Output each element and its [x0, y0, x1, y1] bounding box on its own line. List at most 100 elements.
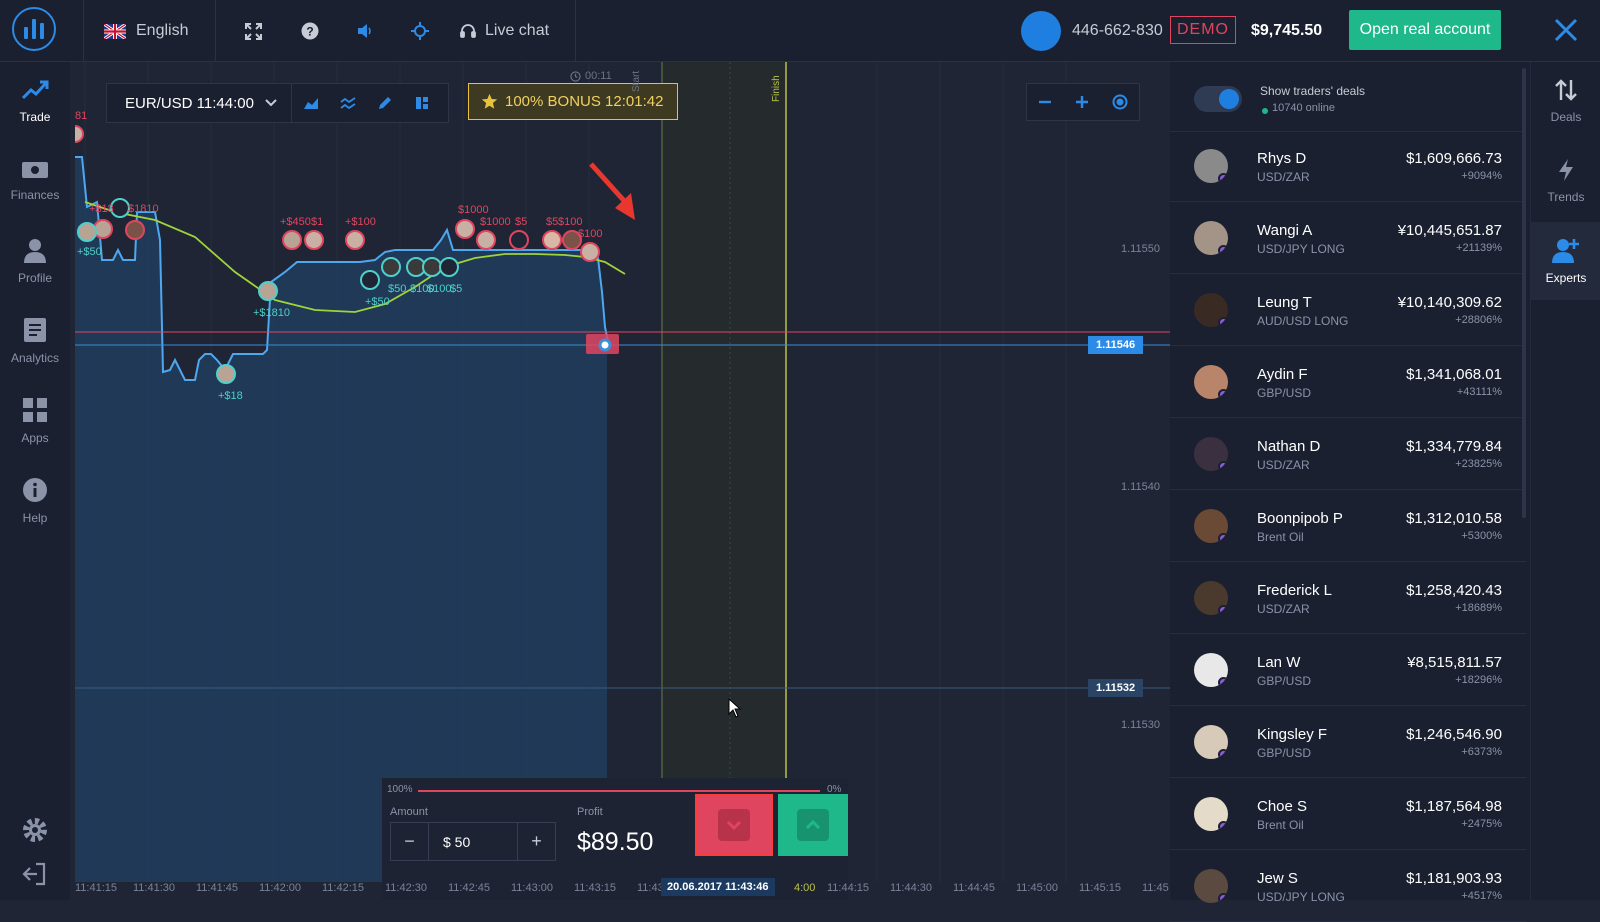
zoom-out-icon[interactable]	[1038, 95, 1052, 109]
trader-row[interactable]: Leung T AUD/USD LONG ¥10,140,309.62 +288…	[1170, 276, 1526, 346]
chart-type-button[interactable]	[292, 96, 329, 110]
trader-row[interactable]: Wangi A USD/JPY LONG ¥10,445,651.87 +211…	[1170, 204, 1526, 274]
traders-panel: Show traders' deals 10740 online Rhys D …	[1170, 62, 1530, 922]
time-axis-label: 11:41:30	[133, 882, 176, 894]
sound-button[interactable]	[356, 16, 374, 46]
show-deals-toggle[interactable]	[1194, 86, 1242, 112]
time-axis-label: 11:42:30	[385, 882, 428, 894]
nav-help[interactable]: Help	[0, 462, 70, 540]
price-chart-canvas	[75, 62, 1170, 882]
nav-finances[interactable]: Finances	[0, 142, 70, 220]
rail-trends[interactable]: Trends	[1531, 142, 1600, 220]
trader-amount: $1,609,666.73	[1406, 150, 1502, 167]
timer-label: 00:11	[585, 70, 612, 82]
top-bar: English ? Live chat 446-662-830 DEMO $9,…	[0, 0, 1600, 62]
trader-row[interactable]: Jew S USD/JPY LONG $1,181,903.93 +4517%	[1170, 852, 1526, 922]
trader-name: Frederick L	[1257, 582, 1333, 599]
left-sidebar: Trade Finances Profile Analytics Apps He…	[0, 62, 70, 900]
deal-label: +$18	[218, 390, 243, 402]
amount-label: Amount	[390, 806, 428, 818]
trader-percent: +23825%	[1455, 458, 1502, 470]
trader-amount: $1,246,546.90	[1406, 726, 1502, 743]
layout-button[interactable]	[403, 96, 440, 110]
trader-row[interactable]: Nathan D USD/ZAR $1,334,779.84 +23825%	[1170, 420, 1526, 490]
asset-selector[interactable]: EUR/USD 11:44:00	[107, 84, 292, 122]
close-button[interactable]	[1553, 17, 1579, 43]
nav-apps[interactable]: Apps	[0, 382, 70, 460]
line-price-value: 1.11532	[1096, 682, 1136, 694]
fullscreen-button[interactable]	[245, 16, 262, 46]
nav-profile-label: Profile	[17, 271, 52, 285]
nav-trade-label: Trade	[19, 110, 51, 124]
center-view-icon[interactable]	[1112, 94, 1128, 110]
call-up-button[interactable]	[778, 794, 848, 856]
trader-row[interactable]: Frederick L USD/ZAR $1,258,420.43 +18689…	[1170, 564, 1526, 634]
drawing-tools-button[interactable]	[366, 96, 403, 110]
amount-stepper: − +	[390, 822, 556, 861]
zoom-in-icon[interactable]	[1075, 95, 1089, 109]
chart-toolbar: EUR/USD 11:44:00	[106, 83, 449, 123]
crosshair-button[interactable]	[411, 16, 429, 46]
trader-row[interactable]: Lan W GBP/USD ¥8,515,811.57 +18296%	[1170, 636, 1526, 706]
call-down-button[interactable]	[695, 794, 773, 856]
trader-name: Wangi A	[1257, 222, 1313, 239]
logout-button[interactable]	[22, 862, 46, 891]
trader-amount: $1,181,903.93	[1406, 870, 1502, 887]
trader-percent: +18296%	[1455, 674, 1502, 686]
deal-label: +$18	[89, 203, 114, 215]
trader-name: Lan W	[1257, 654, 1301, 671]
current-price-tag: 1.11546	[1088, 336, 1144, 354]
trader-percent: +5300%	[1461, 530, 1502, 542]
nav-trade[interactable]: Trade	[0, 62, 70, 140]
indicators-button[interactable]	[329, 96, 366, 110]
rail-deals[interactable]: Deals	[1531, 62, 1600, 140]
trader-pair: USD/JPY LONG	[1257, 242, 1345, 256]
avatar	[1194, 869, 1228, 903]
online-dot	[1262, 108, 1268, 114]
nav-profile[interactable]: Profile	[0, 222, 70, 300]
bonus-button[interactable]: 100% BONUS 12:01:42	[468, 83, 678, 120]
profit-value: $89.50	[577, 828, 654, 856]
amount-input[interactable]	[429, 823, 517, 860]
settings-button[interactable]	[22, 817, 48, 848]
trader-percent: +6373%	[1461, 746, 1502, 758]
trader-row[interactable]: Aydin F GBP/USD $1,341,068.01 +43111%	[1170, 348, 1526, 418]
avatar[interactable]	[1021, 11, 1061, 51]
open-real-account-label: Open real account	[1359, 21, 1491, 38]
trader-pair: AUD/USD LONG	[1257, 314, 1349, 328]
avatar	[1194, 725, 1228, 759]
demo-badge-label: DEMO	[1177, 21, 1229, 38]
trading-chart[interactable]: +$18 $1810 +$450 $1 +$100 $1000 $1000 $5…	[75, 62, 1170, 900]
open-real-account-button[interactable]: Open real account	[1349, 10, 1501, 50]
trader-name: Jew S	[1257, 870, 1298, 887]
uk-flag-icon	[104, 23, 126, 39]
trader-amount: $1,312,010.58	[1406, 510, 1502, 527]
payout-bar	[418, 790, 820, 792]
logo[interactable]	[12, 7, 56, 51]
deal-label: $50	[388, 283, 407, 295]
traders-scrollbar[interactable]	[1522, 68, 1526, 518]
trader-row[interactable]: Choe S Brent Oil $1,187,564.98 +2475%	[1170, 780, 1526, 850]
amount-increase-button[interactable]: +	[517, 823, 555, 860]
deal-label: $1000	[480, 216, 511, 228]
demo-badge[interactable]: DEMO	[1170, 16, 1236, 44]
trader-name: Aydin F	[1257, 366, 1308, 383]
help-button[interactable]: ?	[301, 16, 319, 46]
language-selector[interactable]: English	[104, 16, 188, 46]
trader-amount: $1,334,779.84	[1406, 438, 1502, 455]
amount-decrease-button[interactable]: −	[391, 823, 429, 860]
avatar	[1194, 509, 1228, 543]
nav-analytics[interactable]: Analytics	[0, 302, 70, 380]
trader-name: Nathan D	[1257, 438, 1321, 455]
trader-row[interactable]: Kingsley F GBP/USD $1,246,546.90 +6373%	[1170, 708, 1526, 778]
trader-percent: +9094%	[1461, 170, 1502, 182]
star-icon	[481, 93, 498, 109]
grid-icon	[23, 398, 47, 422]
deal-label: $5	[450, 283, 463, 295]
trader-pair: USD/ZAR	[1257, 170, 1310, 184]
trader-row[interactable]: Boonpipob P Brent Oil $1,312,010.58 +530…	[1170, 492, 1526, 562]
time-axis-label: 11:44:30	[890, 882, 933, 894]
live-chat-button[interactable]: Live chat	[460, 16, 549, 46]
trader-row[interactable]: Rhys D USD/ZAR $1,609,666.73 +9094%	[1170, 132, 1526, 202]
rail-experts[interactable]: Experts	[1531, 222, 1600, 300]
